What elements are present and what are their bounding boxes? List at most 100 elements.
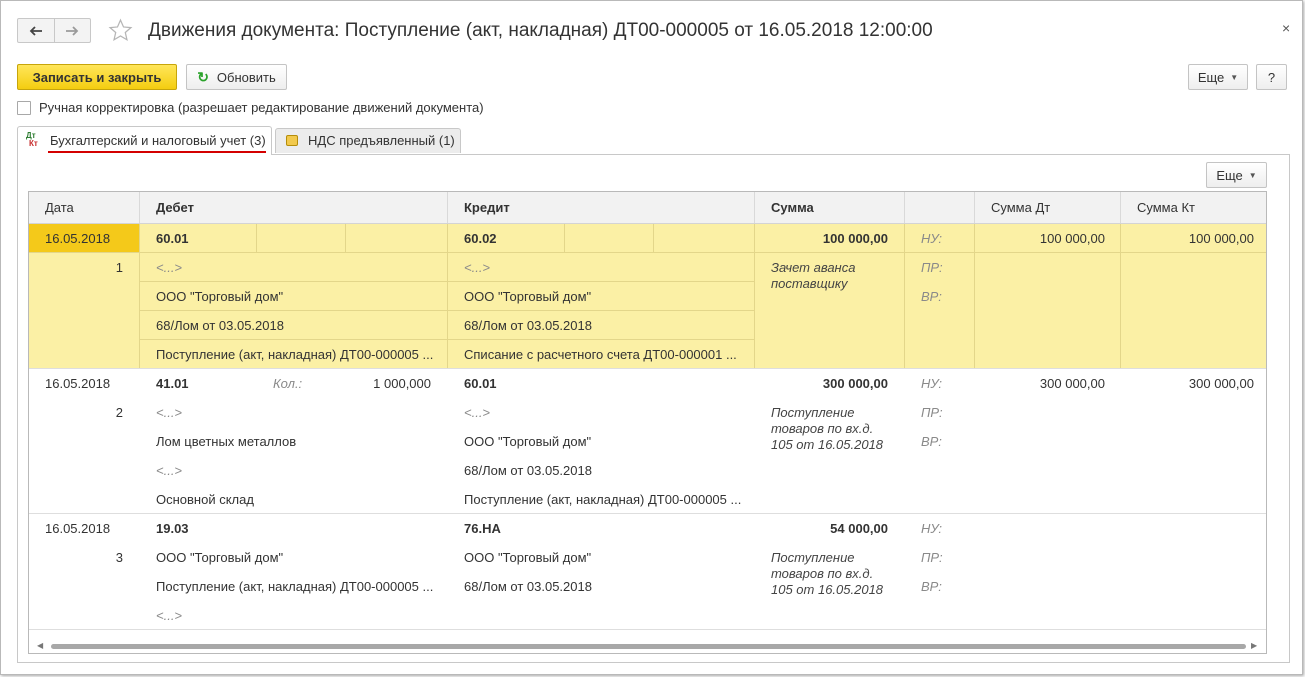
col-date[interactable]: Дата bbox=[29, 192, 140, 223]
forward-button[interactable] bbox=[53, 19, 91, 42]
debit-account: 19.03 bbox=[156, 521, 189, 536]
debit-subconto: 68/Лом от 03.05.2018 bbox=[156, 318, 284, 333]
horizontal-scrollbar[interactable]: ◀ ▶ bbox=[29, 638, 1266, 653]
vat-register-icon bbox=[286, 135, 298, 146]
scroll-left-icon[interactable]: ◀ bbox=[37, 641, 43, 650]
close-icon[interactable]: × bbox=[1282, 20, 1290, 36]
arrow-left-icon bbox=[29, 25, 42, 36]
table-header: Дата Дебет Кредит Сумма Сумма Дт Сумма К… bbox=[29, 192, 1266, 224]
credit-subconto: ООО "Торговый дом" bbox=[464, 434, 592, 449]
credit-subconto: ООО "Торговый дом" bbox=[464, 550, 592, 565]
credit-account: 76.НА bbox=[464, 521, 501, 536]
tab-vat[interactable]: НДС предъявленный (1) bbox=[275, 128, 461, 153]
debit-subconto: Лом цветных металлов bbox=[156, 434, 297, 449]
tax-pr-label: ПР: bbox=[921, 405, 943, 420]
debit-subconto: Поступление (акт, накладная) ДТ00-000005… bbox=[156, 347, 434, 362]
help-button[interactable]: ? bbox=[1256, 64, 1287, 90]
window-title: Движения документа: Поступление (акт, на… bbox=[148, 20, 933, 41]
movements-table: Дата Дебет Кредит Сумма Сумма Дт Сумма К… bbox=[28, 191, 1267, 654]
tab-accounting-label: Бухгалтерский и налоговый учет (3) bbox=[50, 133, 266, 148]
credit-subconto: 68/Лом от 03.05.2018 bbox=[464, 463, 592, 478]
row-date: 16.05.2018 bbox=[45, 521, 111, 536]
credit-account: 60.01 bbox=[464, 376, 497, 391]
caret-down-icon: ▼ bbox=[1248, 170, 1257, 180]
credit-subconto: Списание с расчетного счета ДТ00-000001 … bbox=[464, 347, 737, 362]
refresh-icon: ↻ bbox=[197, 68, 209, 85]
col-sum-dt[interactable]: Сумма Дт bbox=[975, 192, 1121, 223]
manual-edit-label: Ручная корректировка (разрешает редактир… bbox=[39, 100, 484, 115]
credit-subconto: 68/Лом от 03.05.2018 bbox=[464, 318, 592, 333]
tax-nu-label: НУ: bbox=[921, 231, 943, 246]
row-sum: 100 000,00 bbox=[822, 231, 888, 246]
save-and-close-button[interactable]: Записать и закрыть bbox=[17, 64, 177, 90]
debit-subconto: <...> bbox=[156, 463, 183, 478]
table-row[interactable]: 16.05.2018 1 60.01 <...> ООО "Торговый д… bbox=[29, 224, 1266, 369]
debit-subconto: ООО "Торговый дом" bbox=[156, 550, 284, 565]
credit-subconto: Поступление (акт, накладная) ДТ00-000005… bbox=[464, 492, 742, 507]
credit-subconto: <...> bbox=[464, 405, 491, 420]
document-movements-window: Движения документа: Поступление (акт, на… bbox=[0, 0, 1303, 675]
row-sum-kt: 300 000,00 bbox=[1188, 376, 1254, 391]
credit-subconto: <...> bbox=[464, 260, 491, 275]
credit-account: 60.02 bbox=[464, 231, 497, 246]
col-debit[interactable]: Дебет bbox=[140, 192, 448, 223]
tax-nu-label: НУ: bbox=[921, 376, 943, 391]
debit-account: 60.01 bbox=[156, 231, 189, 246]
debit-subconto: Основной склад bbox=[156, 492, 254, 507]
row-sum-dt: 300 000,00 bbox=[1039, 376, 1105, 391]
refresh-button[interactable]: ↻ Обновить bbox=[186, 64, 287, 90]
row-number: 3 bbox=[115, 550, 123, 565]
row-number: 2 bbox=[115, 405, 123, 420]
back-button[interactable] bbox=[18, 19, 54, 42]
col-sum-kt[interactable]: Сумма Кт bbox=[1121, 192, 1266, 223]
caret-down-icon: ▼ bbox=[1230, 72, 1239, 82]
navigation-buttons bbox=[17, 18, 91, 43]
tax-nu-label: НУ: bbox=[921, 521, 943, 536]
credit-icon-text: Кт bbox=[29, 139, 38, 148]
row-date: 16.05.2018 bbox=[45, 231, 111, 246]
active-tab-underline bbox=[48, 151, 266, 153]
row-content: Поступление товаров по вх.д. 105 от 16.0… bbox=[771, 405, 884, 452]
more-menu-button[interactable]: Еще ▼ bbox=[1188, 64, 1248, 90]
tax-vr-label: ВР: bbox=[921, 579, 942, 594]
row-date: 16.05.2018 bbox=[45, 376, 111, 391]
row-number: 1 bbox=[115, 260, 123, 275]
more-label: Еще bbox=[1197, 69, 1225, 85]
row-content: Поступление товаров по вх.д. 105 от 16.0… bbox=[771, 550, 884, 597]
debit-credit-icon: Дт Кт bbox=[26, 132, 38, 148]
row-content: Зачет аванса поставщику bbox=[771, 260, 856, 291]
scroll-right-icon[interactable]: ▶ bbox=[1251, 641, 1257, 650]
row-sum: 54 000,00 bbox=[830, 521, 888, 536]
arrow-right-icon bbox=[66, 25, 79, 36]
debit-subconto: <...> bbox=[156, 260, 183, 275]
row-sum-dt: 100 000,00 bbox=[1039, 231, 1105, 246]
table-row[interactable]: 16.05.2018 3 19.03 ООО "Торговый дом" По… bbox=[29, 514, 1266, 630]
tax-pr-label: ПР: bbox=[921, 260, 943, 275]
tab-vat-label: НДС предъявленный (1) bbox=[308, 133, 455, 148]
col-credit[interactable]: Кредит bbox=[448, 192, 755, 223]
quantity-value: 1 000,000 bbox=[373, 376, 431, 391]
tab-accounting[interactable]: Дт Кт Бухгалтерский и налоговый учет (3) bbox=[17, 126, 272, 155]
credit-subconto: ООО "Торговый дом" bbox=[464, 289, 592, 304]
debit-subconto: <...> bbox=[156, 608, 183, 623]
manual-edit-option[interactable]: Ручная корректировка (разрешает редактир… bbox=[17, 100, 484, 115]
manual-edit-checkbox[interactable] bbox=[17, 100, 31, 115]
table-more-button[interactable]: Еще ▼ bbox=[1206, 162, 1267, 188]
table-more-label: Еще bbox=[1216, 167, 1243, 183]
credit-subconto: 68/Лом от 03.05.2018 bbox=[464, 579, 592, 594]
debit-subconto: <...> bbox=[156, 405, 183, 420]
favorite-star-icon[interactable] bbox=[108, 18, 133, 46]
row-sum-kt: 100 000,00 bbox=[1188, 231, 1254, 246]
debit-subconto: ООО "Торговый дом" bbox=[156, 289, 284, 304]
row-sum: 300 000,00 bbox=[822, 376, 888, 391]
tax-pr-label: ПР: bbox=[921, 550, 943, 565]
col-accounting-type[interactable] bbox=[905, 192, 975, 223]
scrollbar-thumb[interactable] bbox=[51, 644, 1246, 649]
quantity-label: Кол.: bbox=[273, 376, 303, 391]
refresh-label: Обновить bbox=[216, 69, 276, 85]
debit-account: 41.01 bbox=[156, 376, 189, 391]
tax-vr-label: ВР: bbox=[921, 289, 942, 304]
table-row[interactable]: 16.05.2018 2 41.01 Кол.: 1 000,000 <...>… bbox=[29, 369, 1266, 514]
tax-vr-label: ВР: bbox=[921, 434, 942, 449]
col-sum[interactable]: Сумма bbox=[755, 192, 905, 223]
